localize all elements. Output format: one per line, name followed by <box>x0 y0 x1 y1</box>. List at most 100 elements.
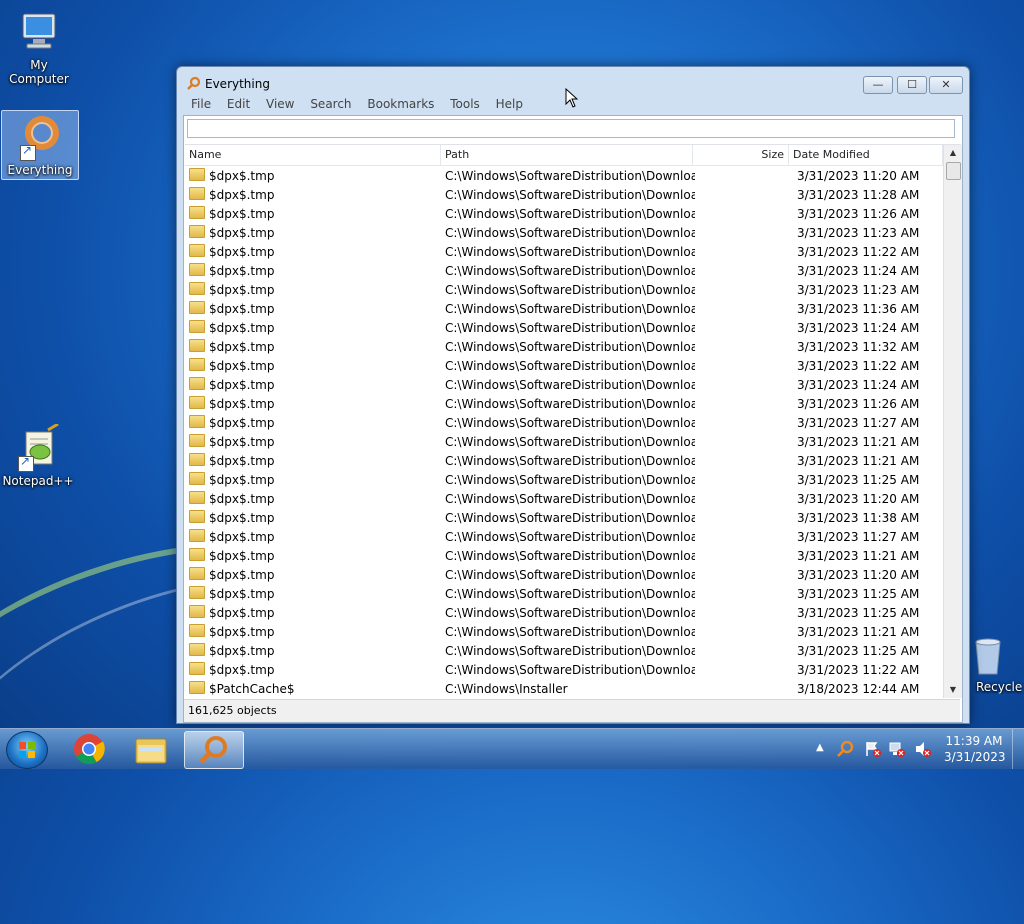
taskbar-windows-explorer[interactable] <box>122 731 180 767</box>
folder-icon <box>189 339 205 352</box>
scroll-down-arrow-icon[interactable]: ▼ <box>944 682 962 698</box>
minimize-button[interactable]: — <box>863 76 893 94</box>
table-row[interactable]: $dpx$.tmp C:\Windows\SoftwareDistribution… <box>185 262 943 281</box>
vertical-scrollbar[interactable]: ▲ ▼ <box>943 145 962 698</box>
table-row[interactable]: $dpx$.tmp C:\Windows\SoftwareDistribution… <box>185 585 943 604</box>
row-name-text: $dpx$.tmp <box>209 473 275 487</box>
column-header-path[interactable]: Path <box>441 145 693 165</box>
menu-bookmarks[interactable]: Bookmarks <box>361 95 440 113</box>
column-header-name[interactable]: Name <box>185 145 441 165</box>
table-row[interactable]: $dpx$.tmp C:\Windows\SoftwareDistribution… <box>185 319 943 338</box>
taskbar-chrome[interactable] <box>60 731 118 767</box>
table-row[interactable]: $dpx$.tmp C:\Windows\SoftwareDistribution… <box>185 205 943 224</box>
results-list: Name Path Size Date Modified $dpx$.tmp C:… <box>185 144 962 699</box>
search-input[interactable] <box>187 119 955 138</box>
row-name-text: $dpx$.tmp <box>209 454 275 468</box>
table-row[interactable]: $dpx$.tmp C:\Windows\SoftwareDistribution… <box>185 167 943 186</box>
system-clock[interactable]: 11:39 AM 3/31/2023 <box>944 733 1006 765</box>
menu-edit[interactable]: Edit <box>221 95 256 113</box>
row-date-modified: 3/31/2023 11:21 AM <box>797 435 920 449</box>
notepad-plus-plus-icon <box>14 422 62 472</box>
row-path: C:\Windows\SoftwareDistribution\Download… <box>445 416 695 430</box>
table-row[interactable]: $dpx$.tmp C:\Windows\SoftwareDistribution… <box>185 490 943 509</box>
desktop-icon-my-computer[interactable]: My Computer <box>1 8 77 86</box>
table-row[interactable]: $dpx$.tmp C:\Windows\SoftwareDistribution… <box>185 642 943 661</box>
taskbar-everything[interactable] <box>184 731 244 769</box>
table-row[interactable]: $dpx$.tmp C:\Windows\SoftwareDistribution… <box>185 528 943 547</box>
column-header-size[interactable]: Size <box>693 145 789 165</box>
object-count: 161,625 objects <box>188 704 277 717</box>
menu-help[interactable]: Help <box>490 95 529 113</box>
row-name-text: $dpx$.tmp <box>209 245 275 259</box>
row-name-text: $dpx$.tmp <box>209 435 275 449</box>
scroll-up-arrow-icon[interactable]: ▲ <box>944 145 962 161</box>
row-date-modified: 3/31/2023 11:28 AM <box>797 188 920 202</box>
row-date-modified: 3/31/2023 11:22 AM <box>797 245 920 259</box>
row-date-modified: 3/31/2023 11:20 AM <box>797 492 920 506</box>
show-hidden-icons-icon[interactable]: ▲ <box>816 742 824 753</box>
scrollbar-thumb[interactable] <box>946 162 961 180</box>
maximize-button[interactable]: ☐ <box>897 76 927 94</box>
everything-window: Everything — ☐ ✕ File Edit View Search B… <box>176 66 970 724</box>
table-row[interactable]: $dpx$.tmp C:\Windows\SoftwareDistribution… <box>185 338 943 357</box>
show-desktop-button[interactable] <box>1012 729 1024 769</box>
folder-icon <box>189 434 205 447</box>
table-row[interactable]: $dpx$.tmp C:\Windows\SoftwareDistribution… <box>185 661 943 680</box>
desktop-icon-notepad-plus-plus[interactable]: Notepad++ <box>0 422 76 488</box>
folder-icon <box>189 586 205 599</box>
table-row[interactable]: $dpx$.tmp C:\Windows\SoftwareDistribution… <box>185 566 943 585</box>
row-date-modified: 3/31/2023 11:25 AM <box>797 473 920 487</box>
volume-muted-icon[interactable] <box>914 740 932 758</box>
row-name: $dpx$.tmp <box>189 414 437 433</box>
folder-icon <box>189 206 205 219</box>
folder-icon <box>189 453 205 466</box>
menu-search[interactable]: Search <box>304 95 357 113</box>
close-button[interactable]: ✕ <box>929 76 963 94</box>
table-row[interactable]: $dpx$.tmp C:\Windows\SoftwareDistribution… <box>185 623 943 642</box>
table-row[interactable]: $dpx$.tmp C:\Windows\SoftwareDistribution… <box>185 433 943 452</box>
row-name-text: $dpx$.tmp <box>209 663 275 677</box>
column-header-date-modified[interactable]: Date Modified <box>789 145 943 165</box>
folder-icon <box>189 263 205 276</box>
table-row[interactable]: $dpx$.tmp C:\Windows\SoftwareDistribution… <box>185 243 943 262</box>
row-path: C:\Windows\SoftwareDistribution\Download… <box>445 245 695 259</box>
everything-app-icon <box>187 76 201 93</box>
row-name: $dpx$.tmp <box>189 433 437 452</box>
table-row[interactable]: $dpx$.tmp C:\Windows\SoftwareDistribution… <box>185 186 943 205</box>
folder-icon <box>189 415 205 428</box>
table-row[interactable]: $PatchCache$ C:\Windows\Installer 3/18/202… <box>185 680 943 699</box>
menu-file[interactable]: File <box>185 95 217 113</box>
clock-date: 3/31/2023 <box>944 750 1006 764</box>
row-name: $dpx$.tmp <box>189 452 437 471</box>
start-button[interactable] <box>6 731 48 769</box>
menu-tools[interactable]: Tools <box>444 95 486 113</box>
table-row[interactable]: $dpx$.tmp C:\Windows\SoftwareDistribution… <box>185 395 943 414</box>
table-row[interactable]: $dpx$.tmp C:\Windows\SoftwareDistribution… <box>185 509 943 528</box>
table-row[interactable]: $dpx$.tmp C:\Windows\SoftwareDistribution… <box>185 414 943 433</box>
everything-tray-icon[interactable] <box>836 740 854 758</box>
table-row[interactable]: $dpx$.tmp C:\Windows\SoftwareDistribution… <box>185 604 943 623</box>
table-row[interactable]: $dpx$.tmp C:\Windows\SoftwareDistribution… <box>185 281 943 300</box>
row-name-text: $dpx$.tmp <box>209 359 275 373</box>
row-name: $dpx$.tmp <box>189 642 437 661</box>
row-path: C:\Windows\SoftwareDistribution\Download… <box>445 397 695 411</box>
column-header-row: Name Path Size Date Modified <box>185 145 943 166</box>
row-path: C:\Windows\SoftwareDistribution\Download… <box>445 207 695 221</box>
row-name: $dpx$.tmp <box>189 528 437 547</box>
row-name: $dpx$.tmp <box>189 604 437 623</box>
table-row[interactable]: $dpx$.tmp C:\Windows\SoftwareDistribution… <box>185 357 943 376</box>
table-row[interactable]: $dpx$.tmp C:\Windows\SoftwareDistribution… <box>185 376 943 395</box>
desktop-icon-everything[interactable]: Everything <box>1 110 79 180</box>
action-center-flag-icon[interactable] <box>864 740 882 758</box>
desktop-icon-label: Everything <box>7 163 73 177</box>
table-row[interactable]: $dpx$.tmp C:\Windows\SoftwareDistribution… <box>185 471 943 490</box>
table-row[interactable]: $dpx$.tmp C:\Windows\SoftwareDistribution… <box>185 224 943 243</box>
row-name: $PatchCache$ <box>189 680 437 699</box>
row-path: C:\Windows\SoftwareDistribution\Download… <box>445 359 695 373</box>
table-row[interactable]: $dpx$.tmp C:\Windows\SoftwareDistribution… <box>185 452 943 471</box>
row-name-text: $dpx$.tmp <box>209 568 275 582</box>
table-row[interactable]: $dpx$.tmp C:\Windows\SoftwareDistribution… <box>185 547 943 566</box>
table-row[interactable]: $dpx$.tmp C:\Windows\SoftwareDistribution… <box>185 300 943 319</box>
menu-view[interactable]: View <box>260 95 300 113</box>
network-icon[interactable] <box>888 740 906 758</box>
